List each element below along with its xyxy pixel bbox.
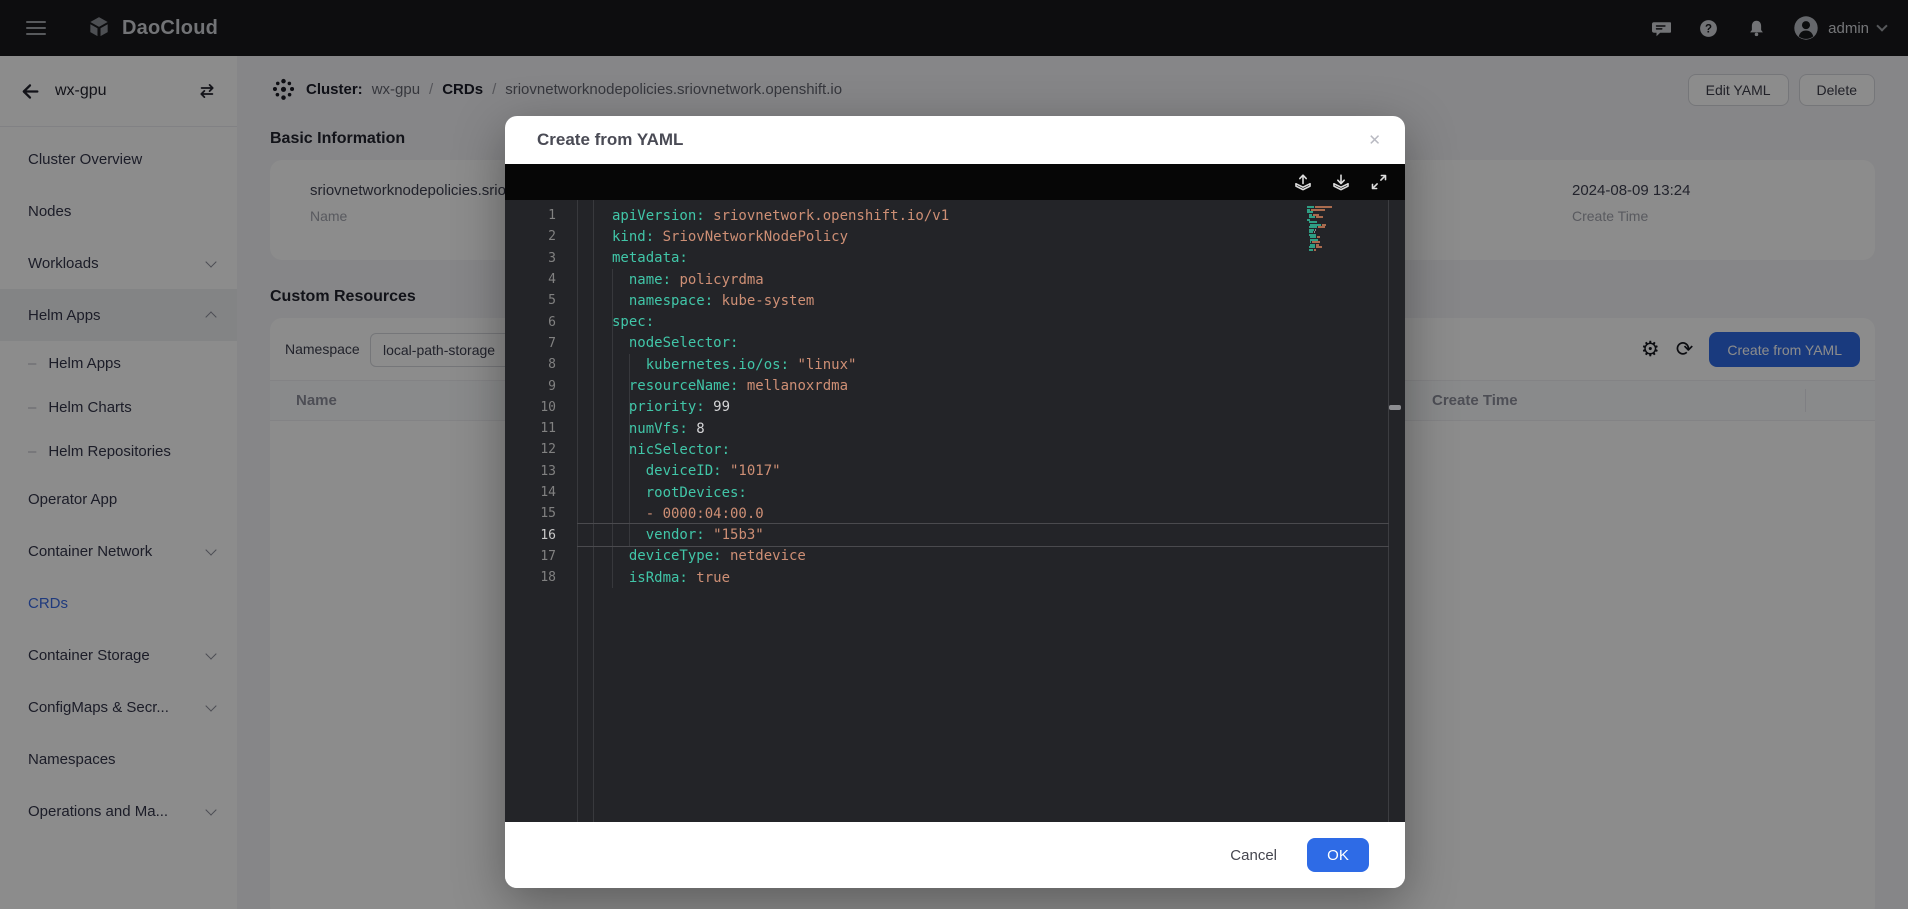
yaml-line-17[interactable]: 17 deviceType: netdevice	[505, 546, 1405, 567]
yaml-value: "15b3"	[705, 527, 764, 543]
yaml-line-3[interactable]: 3 metadata:	[505, 248, 1405, 269]
line-code: deviceID: "1017"	[612, 463, 781, 479]
line-code: isRdma: true	[612, 570, 730, 586]
yaml-value: true	[688, 570, 730, 586]
line-code: name: policyrdma	[612, 272, 764, 288]
yaml-value: SriovNetworkNodePolicy	[654, 229, 848, 245]
yaml-key: vendor:	[646, 527, 705, 543]
yaml-key: deviceType:	[629, 548, 722, 564]
yaml-value: "linux"	[789, 357, 856, 373]
minimap-line	[1307, 249, 1355, 251]
yaml-line-9[interactable]: 9 resourceName: mellanoxrdma	[505, 375, 1405, 396]
line-number: 10	[505, 400, 556, 415]
line-code: metadata:	[612, 250, 688, 266]
yaml-line-8[interactable]: 8 kubernetes.io/os: "linux"	[505, 354, 1405, 375]
ok-button[interactable]: OK	[1307, 838, 1369, 872]
yaml-value: 99	[705, 399, 730, 415]
line-code: spec:	[612, 314, 654, 330]
yaml-key: resourceName:	[629, 378, 739, 394]
yaml-line-15[interactable]: 15 - 0000:04:00.0	[505, 503, 1405, 524]
yaml-value: kube-system	[713, 293, 814, 309]
code-lines: 1 apiVersion: sriovnetwork.openshift.io/v…	[505, 205, 1405, 588]
line-code: resourceName: mellanoxrdma	[612, 378, 848, 394]
yaml-key: nicSelector:	[629, 442, 730, 458]
cancel-button[interactable]: Cancel	[1230, 847, 1277, 864]
line-number: 13	[505, 464, 556, 479]
line-number: 7	[505, 336, 556, 351]
yaml-line-18[interactable]: 18 isRdma: true	[505, 567, 1405, 588]
yaml-value: "1017"	[722, 463, 781, 479]
line-number: 2	[505, 229, 556, 244]
minimap[interactable]	[1307, 206, 1355, 251]
line-number: 6	[505, 315, 556, 330]
line-number: 17	[505, 549, 556, 564]
line-number: 5	[505, 293, 556, 308]
editor-toolbar	[505, 164, 1405, 200]
line-number: 18	[505, 570, 556, 585]
yaml-key: namespace:	[629, 293, 713, 309]
yaml-line-1[interactable]: 1 apiVersion: sriovnetwork.openshift.io/v…	[505, 205, 1405, 226]
yaml-line-14[interactable]: 14 rootDevices:	[505, 482, 1405, 503]
yaml-key: kubernetes.io/os:	[646, 357, 789, 373]
modal-footer: Cancel OK	[505, 822, 1405, 888]
upload-icon[interactable]	[1293, 172, 1313, 192]
yaml-line-16[interactable]: 16 vendor: "15b3"	[505, 524, 1405, 545]
yaml-key: deviceID:	[646, 463, 722, 479]
modal-title: Create from YAML	[537, 130, 683, 150]
line-code: rootDevices:	[612, 485, 747, 501]
line-number: 1	[505, 208, 556, 223]
line-number: 3	[505, 251, 556, 266]
yaml-value: netdevice	[722, 548, 806, 564]
line-code: numVfs: 8	[612, 421, 705, 437]
line-code: priority: 99	[612, 399, 730, 415]
yaml-value: mellanoxrdma	[738, 378, 848, 394]
yaml-key: kind:	[612, 229, 654, 245]
line-number: 9	[505, 379, 556, 394]
line-number: 16	[505, 528, 556, 543]
line-code: - 0000:04:00.0	[612, 506, 764, 522]
yaml-key: priority:	[629, 399, 705, 415]
yaml-line-7[interactable]: 7 nodeSelector:	[505, 333, 1405, 354]
line-code: nodeSelector:	[612, 335, 738, 351]
yaml-key: numVfs:	[629, 421, 688, 437]
line-code: nicSelector:	[612, 442, 730, 458]
yaml-key: apiVersion:	[612, 208, 705, 224]
create-from-yaml-modal: Create from YAML ✕ 1 apiVersion: sriovnet…	[505, 116, 1405, 888]
line-code: kubernetes.io/os: "linux"	[612, 357, 856, 373]
fullscreen-icon[interactable]	[1369, 172, 1389, 192]
yaml-sequence-dash: - 0000:04:00.0	[646, 506, 764, 522]
yaml-line-11[interactable]: 11 numVfs: 8	[505, 418, 1405, 439]
yaml-value: policyrdma	[671, 272, 764, 288]
yaml-line-13[interactable]: 13 deviceID: "1017"	[505, 461, 1405, 482]
line-number: 11	[505, 421, 556, 436]
line-code: apiVersion: sriovnetwork.openshift.io/v1	[612, 208, 949, 224]
yaml-value: sriovnetwork.openshift.io/v1	[705, 208, 949, 224]
close-icon[interactable]: ✕	[1368, 131, 1381, 149]
yaml-line-4[interactable]: 4 name: policyrdma	[505, 269, 1405, 290]
yaml-line-6[interactable]: 6 spec:	[505, 311, 1405, 332]
yaml-line-12[interactable]: 12 nicSelector:	[505, 439, 1405, 460]
yaml-key: name:	[629, 272, 671, 288]
line-number: 15	[505, 506, 556, 521]
yaml-key: metadata:	[612, 250, 688, 266]
line-code: namespace: kube-system	[612, 293, 814, 309]
line-number: 8	[505, 357, 556, 372]
line-number: 4	[505, 272, 556, 287]
line-code: deviceType: netdevice	[612, 548, 806, 564]
line-number: 12	[505, 442, 556, 457]
yaml-key: rootDevices:	[646, 485, 747, 501]
yaml-line-5[interactable]: 5 namespace: kube-system	[505, 290, 1405, 311]
download-icon[interactable]	[1331, 172, 1351, 192]
line-code: kind: SriovNetworkNodePolicy	[612, 229, 848, 245]
yaml-key: spec:	[612, 314, 654, 330]
modal-header: Create from YAML ✕	[505, 116, 1405, 164]
yaml-line-10[interactable]: 10 priority: 99	[505, 397, 1405, 418]
yaml-key: nodeSelector:	[629, 335, 739, 351]
yaml-key: isRdma:	[629, 570, 688, 586]
line-code: vendor: "15b3"	[612, 527, 764, 543]
line-number: 14	[505, 485, 556, 500]
yaml-line-2[interactable]: 2 kind: SriovNetworkNodePolicy	[505, 226, 1405, 247]
yaml-editor[interactable]: 1 apiVersion: sriovnetwork.openshift.io/v…	[505, 200, 1405, 822]
yaml-value: 8	[688, 421, 705, 437]
